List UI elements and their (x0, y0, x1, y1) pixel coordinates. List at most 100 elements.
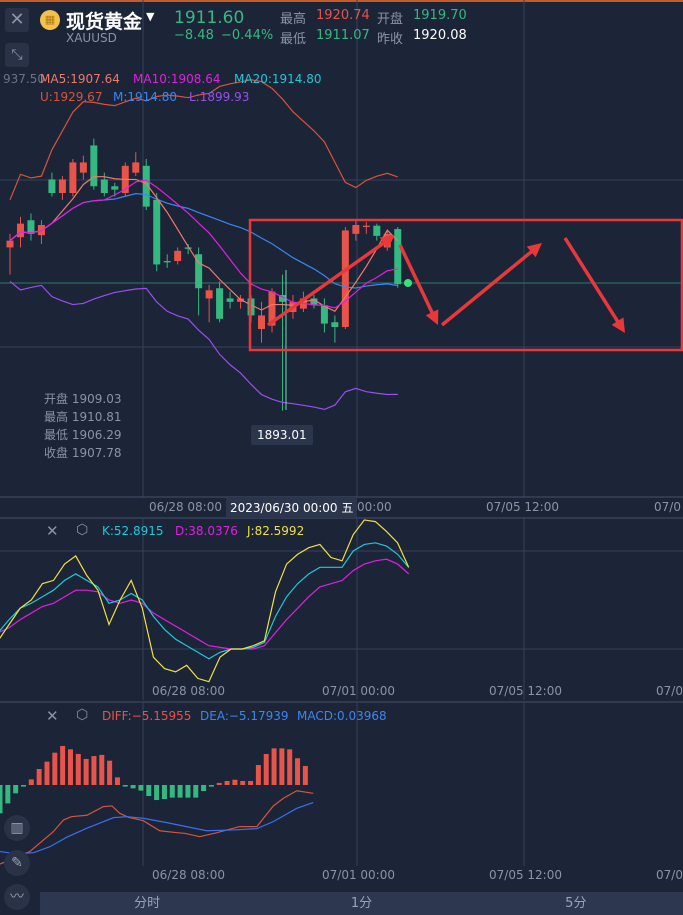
time-label: 07/0 (654, 500, 681, 514)
boll-mid-value: M:1914.80 (113, 90, 178, 104)
macd-bar (161, 785, 167, 800)
macd-bar (83, 758, 89, 785)
macd-bar (114, 777, 120, 785)
candle-body (352, 224, 360, 234)
macd-bar (20, 785, 26, 787)
gold-icon: ▦ (40, 10, 60, 30)
kdj-settings-icon[interactable]: ⬡ (76, 522, 88, 538)
arrow-shaft (563, 237, 621, 325)
arrow-head (379, 235, 395, 249)
ma10-line (9, 179, 398, 309)
kdj-lines (0, 519, 410, 683)
time-label: 07/05 12:00 (489, 868, 562, 882)
macd-bar (279, 748, 285, 785)
candle-body (373, 225, 381, 236)
last-price: 1911.60 (174, 8, 245, 28)
kdj-j-value: J:82.5992 (247, 524, 305, 538)
macd-bar (99, 754, 105, 785)
info-open: 开盘 1909.03 (44, 392, 122, 406)
time-label: 06/28 08:00 (152, 684, 225, 698)
macd-bar (130, 785, 136, 789)
macd-bar (248, 781, 254, 785)
candle-body (132, 162, 140, 173)
candle-body (48, 179, 56, 194)
price-change-pct: −0.44% (221, 28, 274, 43)
draw-tool-icon[interactable]: ✎ (4, 850, 30, 876)
candle-body (79, 162, 87, 173)
macd-diff-line (0, 790, 314, 865)
prev-close-label: 昨收 (377, 32, 404, 47)
dropdown-icon[interactable]: ▼ (146, 10, 154, 23)
ma5-line (9, 176, 399, 312)
tab-1min[interactable]: 1分 (254, 892, 468, 915)
candle-body (6, 240, 14, 248)
macd-bar (28, 779, 34, 785)
macd-bar (201, 785, 207, 792)
kdj-d-value: D:38.0376 (175, 524, 238, 538)
macd-bar (36, 769, 42, 785)
open-label: 开盘 (377, 12, 404, 27)
candle-body (216, 288, 224, 319)
time-label: 07/01 00:00 (322, 868, 395, 882)
arrow-shaft (440, 248, 535, 327)
kdj-k-value: K:52.8915 (102, 524, 164, 538)
ma10-value: MA10:1908.64 (133, 72, 221, 86)
indicator-tool-icon[interactable]: 〰 (4, 884, 30, 910)
axis-price-stub: 937.50 (3, 72, 45, 86)
macd-bar (0, 785, 3, 814)
candle-body (58, 179, 66, 194)
boll-lower-value: L:1899.93 (189, 90, 250, 104)
candle-body (362, 225, 370, 228)
prev-close-value: 1920.08 (413, 28, 467, 43)
macd-bar (122, 785, 128, 787)
candlestick-tool-icon[interactable]: ▥ (4, 815, 30, 841)
ma5-value: MA5:1907.64 (40, 72, 120, 86)
macd-bar (216, 782, 222, 785)
annotation (248, 218, 683, 352)
candle-body (100, 179, 108, 194)
kdj-j-line (0, 519, 410, 683)
ohlc-info: 开盘 1909.03 最高 1910.81 最低 1906.29 收盘 1907… (44, 390, 121, 462)
macd-value: MACD:0.03968 (297, 709, 387, 723)
low-value: 1911.07 (316, 28, 370, 43)
macd-bar (5, 785, 11, 804)
close-button[interactable]: ✕ (5, 8, 29, 32)
macd-diff-value: DIFF:−5.15955 (102, 709, 192, 723)
kdj-d-line (0, 558, 410, 650)
tab-5min[interactable]: 5分 (469, 892, 683, 915)
time-label: 00:00 (357, 500, 392, 514)
macd-bar (177, 785, 183, 798)
indicator-lines (9, 79, 399, 411)
macd-bar (255, 765, 261, 785)
macd-bar (67, 749, 73, 785)
instrument-name[interactable]: 现货黄金 (66, 7, 142, 34)
time-label: 07/0 (656, 868, 683, 882)
tab-timeshare[interactable]: 分时 (40, 892, 254, 915)
current-price-dot (404, 279, 412, 287)
macd-close-icon[interactable]: ✕ (46, 707, 59, 725)
macd-settings-icon[interactable]: ⬡ (76, 707, 88, 723)
high-value: 1920.74 (316, 8, 370, 23)
candle-body (258, 315, 266, 330)
macd-bar (263, 753, 269, 785)
macd-bar (169, 785, 175, 798)
info-low: 最低 1906.29 (44, 428, 122, 442)
candle-body (111, 186, 119, 190)
candle-body (90, 145, 98, 187)
collapse-icon[interactable]: ⤡ (5, 43, 29, 67)
ma20-value: MA20:1914.80 (234, 72, 322, 86)
macd-bar (60, 745, 66, 785)
kdj-k-line (0, 542, 410, 660)
candle-body (226, 298, 234, 302)
candle-body (16, 223, 24, 238)
info-close: 收盘 1907.78 (44, 446, 122, 460)
low-marker-label: 1893.01 (251, 425, 313, 445)
macd-bar (271, 748, 277, 785)
macd-bar (146, 785, 152, 797)
macd-plot (0, 745, 314, 865)
macd-bar (91, 756, 97, 785)
time-label: 07/0 (656, 684, 683, 698)
kdj-close-icon[interactable]: ✕ (46, 522, 59, 540)
low-label: 最低 (280, 32, 307, 47)
macd-bar (13, 785, 19, 794)
